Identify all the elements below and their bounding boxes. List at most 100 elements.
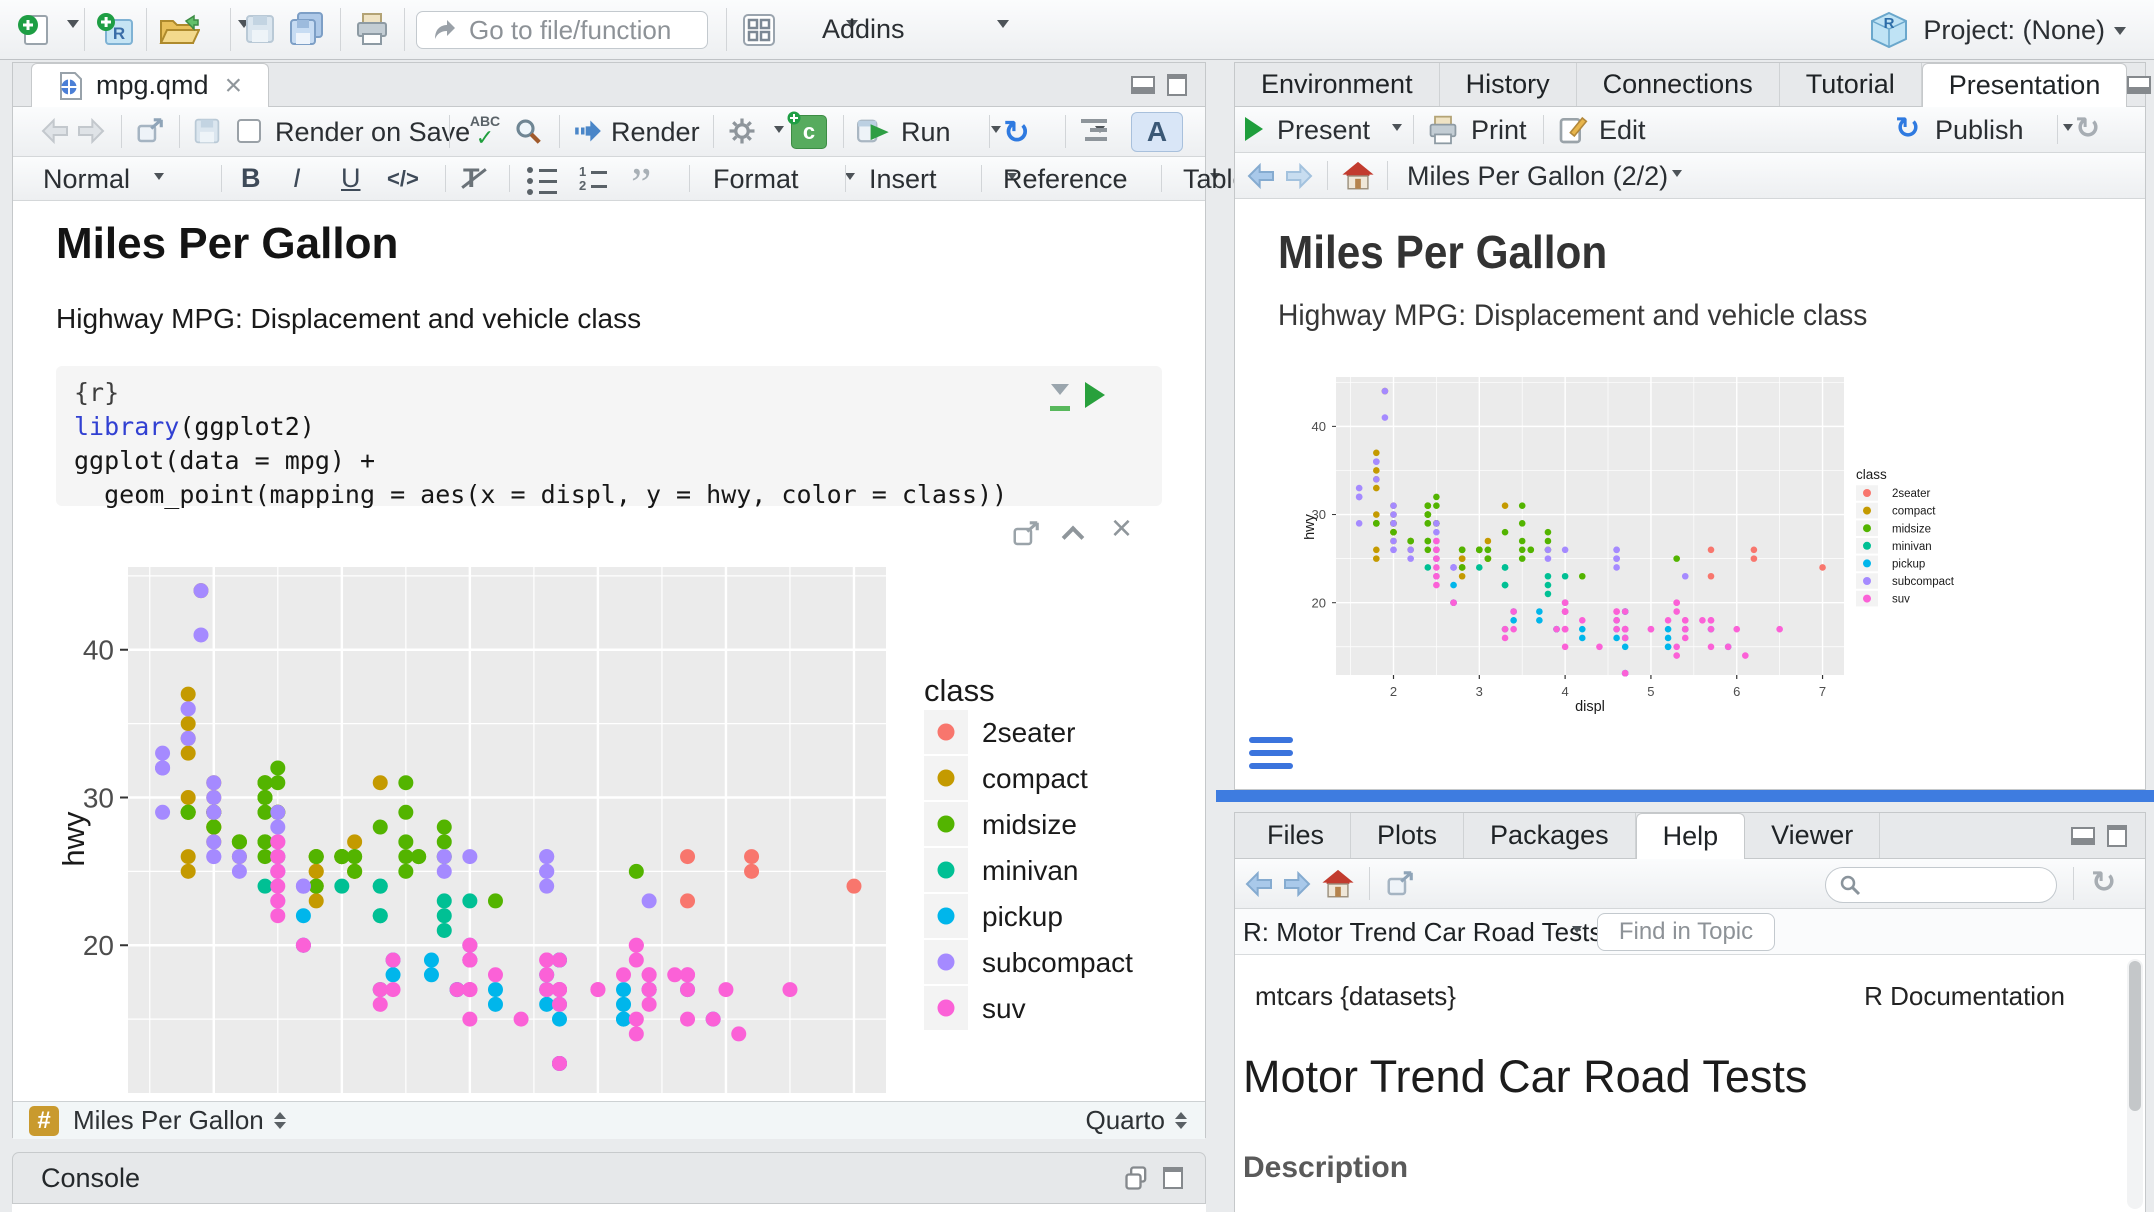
- tab-help[interactable]: Help: [1636, 813, 1746, 859]
- new-file-button[interactable]: [16, 12, 52, 48]
- publish-caret[interactable]: [2063, 124, 2073, 136]
- find-in-topic-input[interactable]: [1608, 918, 1764, 946]
- console-maximize-icon[interactable]: [1163, 1167, 1183, 1189]
- tab-close-icon[interactable]: ×: [225, 73, 243, 99]
- tab-mpg-qmd[interactable]: mpg.qmd ×: [31, 63, 269, 107]
- spellcheck-icon[interactable]: ​ABC ✓: [463, 113, 507, 147]
- tab-files[interactable]: Files: [1241, 813, 1351, 858]
- doc-mode-selector[interactable]: Quarto: [1086, 1105, 1166, 1136]
- bold-button[interactable]: B: [241, 163, 261, 194]
- run-chunks-above-icon[interactable]: [1050, 384, 1070, 411]
- bullet-list-icon[interactable]: [527, 167, 557, 195]
- tab-tutorial[interactable]: Tutorial: [1780, 63, 1922, 106]
- maximize-pane-icon[interactable]: [1167, 74, 1187, 96]
- help-back-icon[interactable]: [1243, 868, 1275, 905]
- find-replace-icon[interactable]: [513, 116, 543, 151]
- find-in-topic-box[interactable]: [1597, 913, 1775, 951]
- help-home-icon[interactable]: [1321, 867, 1355, 906]
- minimize-pane-icon[interactable]: [2071, 827, 2095, 845]
- tab-history[interactable]: History: [1440, 63, 1577, 106]
- tab-plots[interactable]: Plots: [1351, 813, 1464, 858]
- goto-file-input[interactable]: [469, 15, 693, 46]
- clear-format-icon[interactable]: T: [463, 163, 480, 194]
- home-icon[interactable]: [1341, 159, 1375, 198]
- help-popout-icon[interactable]: [1385, 869, 1415, 904]
- nav-forward-icon[interactable]: [75, 115, 107, 152]
- document-canvas[interactable]: Miles Per Gallon Highway MPG: Displaceme…: [13, 201, 1205, 1101]
- render-on-save-checkbox[interactable]: [237, 119, 261, 143]
- output-collapse-icon[interactable]: [1062, 526, 1085, 549]
- italic-button[interactable]: I: [293, 163, 301, 194]
- nav-back-icon[interactable]: [39, 115, 71, 152]
- run-caret[interactable]: [991, 126, 1001, 138]
- slide-back-icon[interactable]: [1245, 160, 1277, 197]
- help-content[interactable]: mtcars {datasets} R Documentation Motor …: [1235, 955, 2145, 1212]
- visual-editor-toggle[interactable]: A: [1131, 112, 1183, 152]
- save-button-disabled[interactable]: [244, 13, 276, 45]
- project-menu[interactable]: R Project: (None): [1869, 10, 2126, 50]
- help-search[interactable]: [1825, 867, 2057, 903]
- numbered-list-icon[interactable]: 1 2: [579, 165, 607, 193]
- render-button[interactable]: Render: [611, 117, 700, 148]
- publish-button[interactable]: Publish: [1935, 115, 2024, 146]
- code-chunk[interactable]: {r} library(ggplot2)ggplot(data = mpg) +…: [56, 366, 1162, 506]
- paragraph-style-caret[interactable]: [154, 173, 164, 185]
- help-refresh-icon[interactable]: ↻: [2091, 865, 2116, 900]
- section-selector-arrows-icon[interactable]: [274, 1106, 286, 1135]
- print-button[interactable]: [354, 11, 390, 47]
- outline-toggle-icon[interactable]: [1081, 119, 1107, 141]
- tab-viewer[interactable]: Viewer: [1745, 813, 1880, 858]
- slide-menu-icon[interactable]: [1249, 737, 1293, 769]
- new-project-button[interactable]: R: [96, 12, 134, 48]
- help-search-input[interactable]: [1870, 870, 2044, 901]
- doc-mode-arrows-icon[interactable]: [1175, 1106, 1187, 1135]
- output-close-icon[interactable]: ×: [1111, 515, 1132, 541]
- maximize-pane-icon[interactable]: [2107, 825, 2127, 847]
- paragraph-style-menu[interactable]: Normal: [43, 164, 130, 195]
- format-menu[interactable]: Format: [713, 164, 799, 195]
- popout-window-icon[interactable]: [135, 116, 165, 151]
- help-topic-caret[interactable]: [1572, 926, 1582, 938]
- code-format-button[interactable]: </>: [387, 166, 419, 192]
- goto-file-search[interactable]: [416, 11, 708, 49]
- run-chunk-icon[interactable]: [1085, 382, 1118, 408]
- format-menu-caret[interactable]: [845, 173, 855, 185]
- console-pane-header[interactable]: Console: [12, 1152, 1206, 1204]
- help-forward-icon[interactable]: [1281, 868, 1313, 905]
- render-on-save-label[interactable]: Render on Save: [275, 117, 470, 148]
- print-button[interactable]: Print: [1471, 115, 1527, 146]
- reference-menu[interactable]: Reference: [1003, 164, 1128, 195]
- tab-presentation[interactable]: Presentation: [1922, 63, 2128, 107]
- help-topic-selector[interactable]: R: Motor Trend Car Road Tests: [1243, 917, 1602, 948]
- tab-environment[interactable]: Environment: [1235, 63, 1440, 106]
- gear-icon[interactable]: [727, 116, 757, 151]
- underline-button[interactable]: U: [341, 163, 361, 194]
- minimize-pane-icon[interactable]: [2127, 76, 2151, 94]
- help-scrollbar[interactable]: [2127, 959, 2143, 1209]
- new-file-caret[interactable]: [67, 20, 79, 34]
- edit-button[interactable]: Edit: [1599, 115, 1646, 146]
- open-file-button[interactable]: [158, 12, 200, 48]
- run-button[interactable]: Run: [901, 117, 951, 148]
- insert-menu[interactable]: Insert: [869, 164, 937, 195]
- slide-preview[interactable]: Miles Per Gallon Highway MPG: Displaceme…: [1235, 199, 2145, 789]
- tab-connections[interactable]: Connections: [1577, 63, 1780, 106]
- present-caret[interactable]: [1392, 124, 1402, 136]
- refresh-icon[interactable]: ↻: [2075, 111, 2100, 146]
- minimize-pane-icon[interactable]: [1131, 76, 1155, 94]
- addins-menu[interactable]: Addins: [822, 14, 905, 45]
- console-restore-icon[interactable]: [1123, 1164, 1151, 1192]
- insert-chunk-button[interactable]: c: [791, 115, 827, 149]
- slide-selector[interactable]: Miles Per Gallon (2/2): [1407, 161, 1668, 192]
- render-options-caret[interactable]: [774, 126, 784, 138]
- render-icon[interactable]: [573, 117, 603, 150]
- pane-splitter[interactable]: [1216, 790, 2154, 802]
- rerun-icon[interactable]: ↻: [1003, 113, 1030, 151]
- save-icon[interactable]: [193, 117, 221, 150]
- addins-caret[interactable]: [997, 20, 1009, 34]
- section-selector[interactable]: Miles Per Gallon: [73, 1105, 264, 1136]
- tab-packages[interactable]: Packages: [1464, 813, 1636, 858]
- output-popout-icon[interactable]: [1011, 519, 1041, 554]
- present-button[interactable]: Present: [1277, 115, 1370, 146]
- panes-layout-button[interactable]: [742, 13, 776, 47]
